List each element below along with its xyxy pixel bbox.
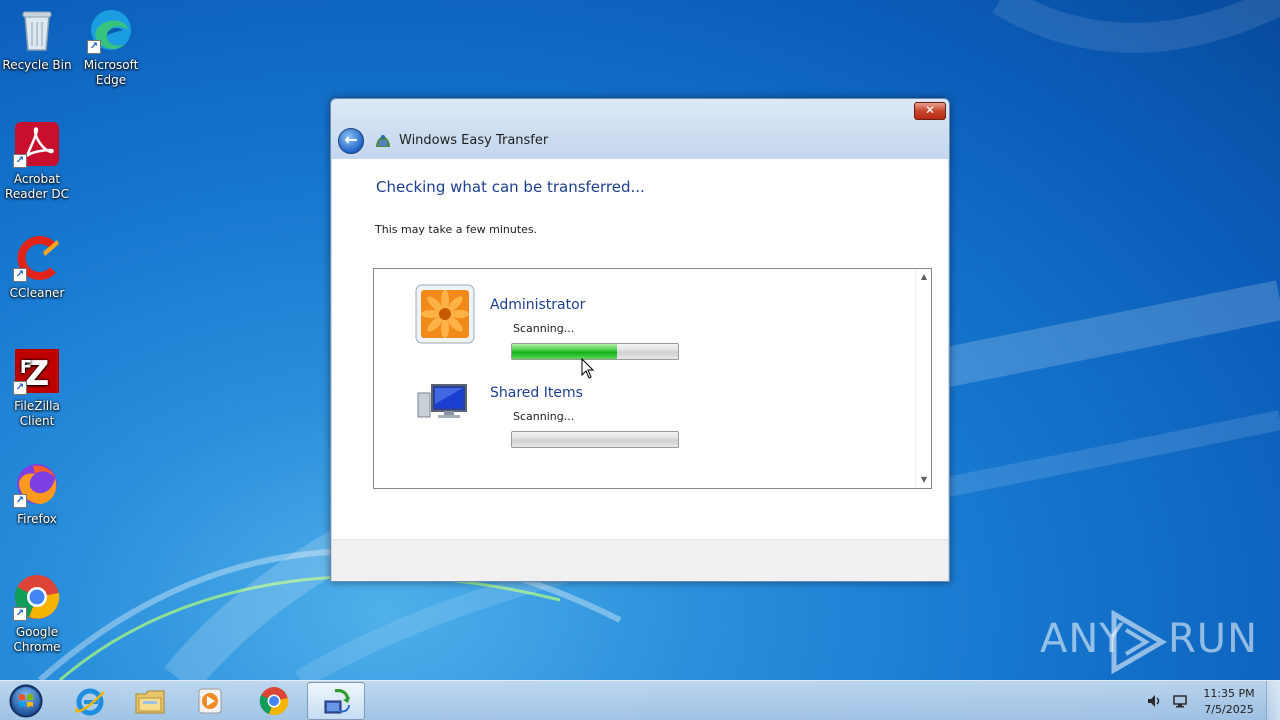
scan-list[interactable]: Administrator Scanning... Shared Items S… bbox=[373, 268, 932, 489]
shortcut-arrow-icon: ↗ bbox=[87, 40, 101, 54]
scan-item-administrator: Administrator Scanning... bbox=[414, 283, 874, 360]
mouse-cursor-icon bbox=[581, 358, 595, 379]
shortcut-arrow-icon: ↗ bbox=[13, 494, 27, 508]
firefox-icon: ↗ bbox=[13, 460, 61, 508]
taskbar-media-player[interactable] bbox=[181, 682, 239, 720]
chrome-icon bbox=[259, 687, 289, 716]
desktop-icon-label: Recycle Bin bbox=[2, 58, 72, 72]
desktop-icon-filezilla[interactable]: Z F ↗ FileZilla Client bbox=[1, 347, 73, 429]
desktop-icon-microsoft-edge[interactable]: ↗ Microsoft Edge bbox=[75, 6, 147, 88]
desktop-icon-label: FileZilla Client bbox=[14, 399, 60, 428]
scan-progress-fill bbox=[512, 344, 617, 359]
window-title-bar bbox=[331, 99, 949, 159]
taskbar-internet-explorer[interactable] bbox=[61, 682, 119, 720]
watermark-text-right: RUN bbox=[1168, 616, 1258, 662]
window-footer bbox=[332, 539, 948, 581]
easy-transfer-icon bbox=[324, 689, 350, 714]
scan-item-shared-items: Shared Items Scanning... bbox=[414, 371, 874, 448]
scroll-up-arrow-icon[interactable]: ▲ bbox=[919, 272, 929, 282]
user-avatar-flower-icon bbox=[414, 283, 476, 345]
network-icon[interactable] bbox=[1172, 693, 1188, 709]
close-button[interactable]: ✕ bbox=[914, 102, 946, 120]
scroll-down-arrow-icon[interactable]: ▼ bbox=[919, 475, 929, 485]
taskbar: 11:35 PM 7/5/2025 bbox=[0, 680, 1280, 720]
clock-time: 11:35 PM bbox=[1203, 687, 1255, 700]
page-heading: Checking what can be transferred... bbox=[376, 178, 645, 196]
svg-text:F: F bbox=[20, 357, 32, 378]
shortcut-arrow-icon: ↗ bbox=[13, 154, 27, 168]
desktop-icon-firefox[interactable]: ↗ Firefox bbox=[1, 460, 73, 527]
easy-transfer-icon bbox=[376, 135, 390, 147]
taskbar-google-chrome[interactable] bbox=[245, 682, 303, 720]
start-button[interactable] bbox=[6, 683, 46, 719]
desktop-icon-acrobat-reader[interactable]: ↗ Acrobat Reader DC bbox=[1, 120, 73, 202]
desktop-icon-google-chrome[interactable]: ↗ Google Chrome bbox=[1, 573, 73, 655]
scan-item-name: Shared Items bbox=[490, 385, 583, 401]
page-subtext: This may take a few minutes. bbox=[375, 223, 538, 236]
watermark-play-icon bbox=[1111, 610, 1167, 674]
desktop-icon-ccleaner[interactable]: ↗ CCleaner bbox=[1, 234, 73, 301]
chrome-icon: ↗ bbox=[13, 573, 61, 621]
recycle-bin-icon bbox=[13, 6, 61, 54]
show-desktop-button[interactable] bbox=[1266, 681, 1280, 720]
file-explorer-icon bbox=[135, 690, 165, 714]
scan-progress-bar bbox=[511, 343, 679, 360]
scan-item-status: Scanning... bbox=[513, 410, 575, 423]
scan-item-status: Scanning... bbox=[513, 322, 575, 335]
desktop-icon-label: Firefox bbox=[17, 512, 57, 526]
desktop-icon-label: CCleaner bbox=[9, 286, 65, 300]
window-title: Windows Easy Transfer bbox=[399, 133, 549, 148]
start-orb-icon bbox=[9, 684, 43, 718]
scan-progress-bar bbox=[511, 431, 679, 448]
computer-monitor-icon bbox=[414, 371, 476, 433]
shortcut-arrow-icon: ↗ bbox=[13, 607, 27, 621]
filezilla-icon: Z F ↗ bbox=[13, 347, 61, 395]
media-player-icon bbox=[198, 688, 222, 714]
shortcut-arrow-icon: ↗ bbox=[13, 268, 27, 282]
taskbar-easy-transfer[interactable] bbox=[307, 682, 365, 720]
system-clock[interactable]: 11:35 PM 7/5/2025 bbox=[1196, 686, 1262, 718]
ccleaner-icon: ↗ bbox=[13, 234, 61, 282]
internet-explorer-icon bbox=[75, 688, 105, 716]
list-scrollbar[interactable]: ▲ ▼ bbox=[915, 269, 931, 488]
desktop-icon-label: Google Chrome bbox=[13, 625, 61, 654]
window-content: Checking what can be transferred... This… bbox=[332, 159, 948, 539]
scan-item-name: Administrator bbox=[490, 297, 586, 313]
clock-date: 7/5/2025 bbox=[1204, 703, 1254, 716]
desktop-icon-recycle-bin[interactable]: Recycle Bin bbox=[1, 6, 73, 73]
easy-transfer-window: ✕ ← Windows Easy Transfer Checking what … bbox=[330, 98, 950, 582]
anyrun-watermark: ANY RUN bbox=[1040, 610, 1257, 674]
desktop-icon-label: Acrobat Reader DC bbox=[5, 172, 69, 201]
shortcut-arrow-icon: ↗ bbox=[13, 381, 27, 395]
edge-icon: ↗ bbox=[87, 6, 135, 54]
volume-icon[interactable] bbox=[1146, 693, 1162, 709]
back-button[interactable]: ← bbox=[338, 128, 364, 154]
desktop-icon-label: Microsoft Edge bbox=[83, 58, 139, 87]
acrobat-icon: ↗ bbox=[13, 120, 61, 168]
taskbar-file-explorer[interactable] bbox=[121, 682, 179, 720]
